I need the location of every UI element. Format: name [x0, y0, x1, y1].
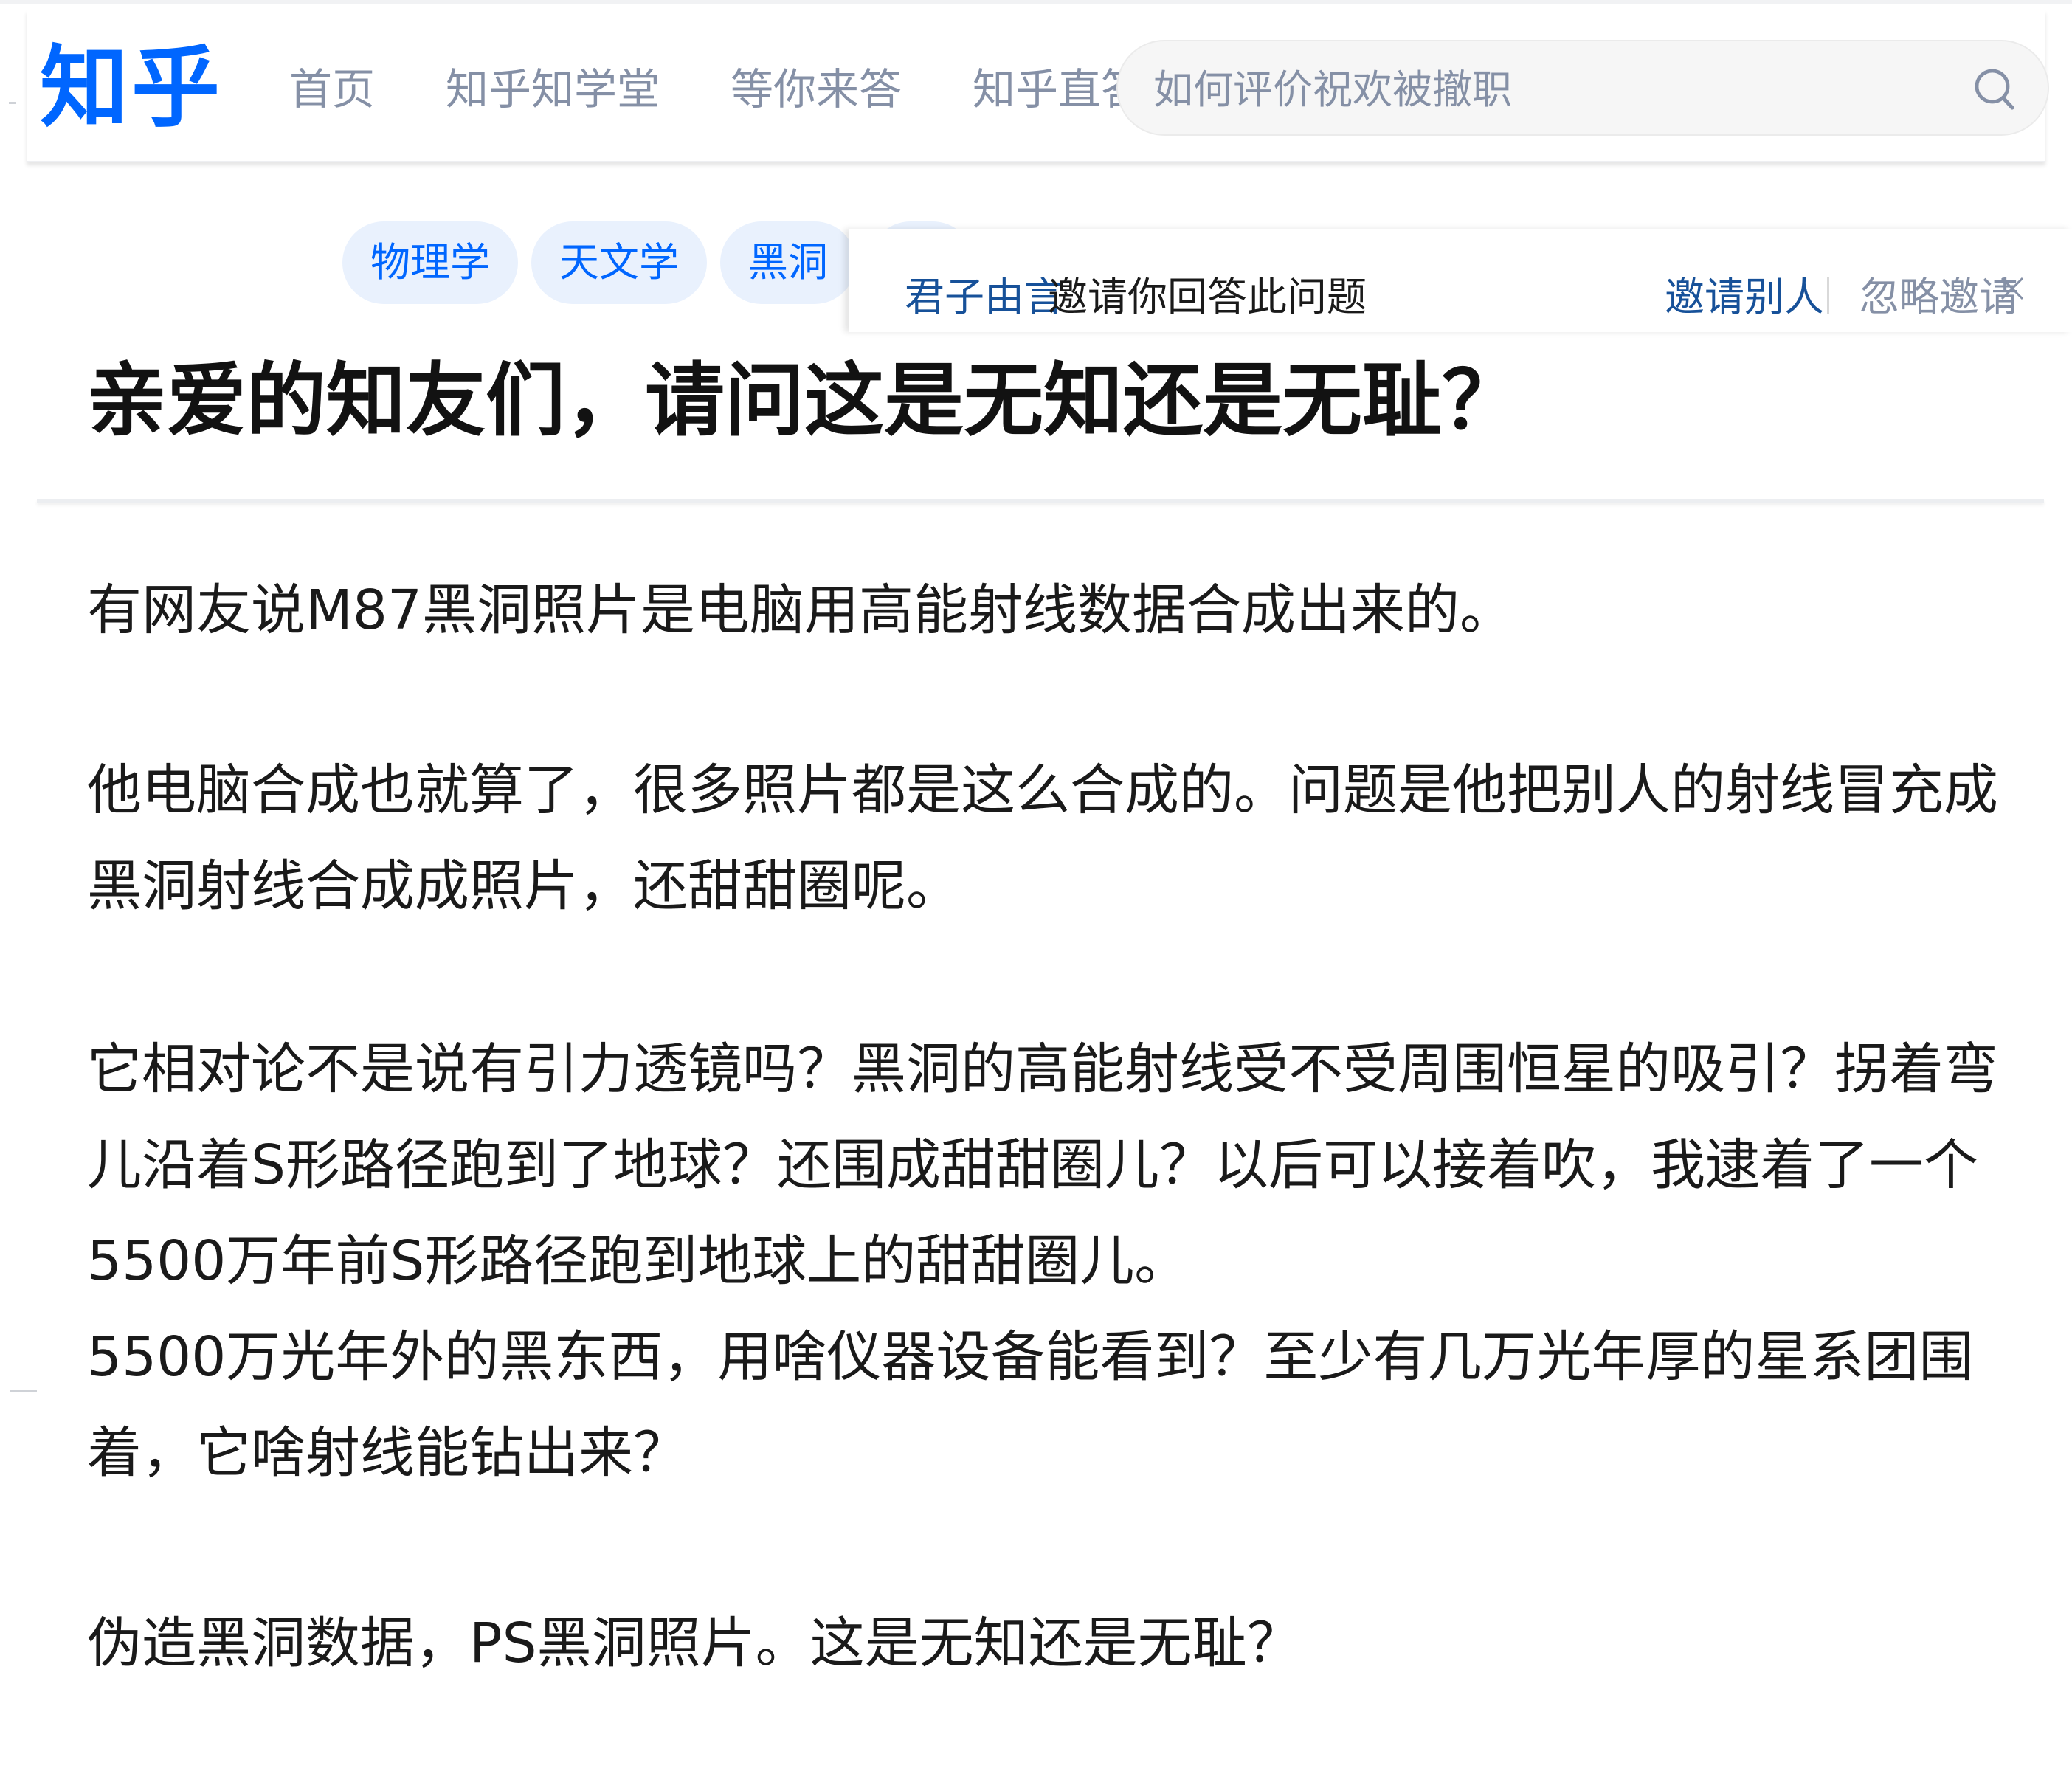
topic-tag-physics[interactable]: 物理学	[342, 221, 518, 304]
search-input[interactable]	[1152, 59, 1915, 120]
search-icon[interactable]	[1974, 68, 2015, 112]
question-paragraph-3: 它相对论不是说有引力透镜吗？黑洞的高能射线受不受周围恒星的吸引？拐着弯儿沿着S形…	[87, 1038, 1998, 1293]
search-box	[1116, 40, 2049, 136]
nav-item-waiting-answers[interactable]: 等你来答	[731, 63, 902, 115]
top-header: 知乎 首页 知乎知学堂 等你来答 知乎直答	[27, 10, 2049, 162]
close-icon[interactable]	[2000, 276, 2025, 301]
margin-tick-top	[9, 102, 16, 104]
top-edge-line	[0, 0, 2072, 4]
question-paragraph-2: 他电脑合成也就算了，很多照片都是这么合成的。问题是他把别人的射线冒充成黑洞射线合…	[87, 759, 1998, 918]
invite-divider	[1827, 277, 1829, 314]
ignore-invite-button[interactable]: 忽略邀请	[1859, 264, 2019, 322]
title-divider	[37, 499, 2044, 503]
question-paragraph-5: 伪造黑洞数据，PS黑洞照片。这是无知还是无耻？	[87, 1612, 1302, 1675]
invite-banner: 君子由言 邀请你回答此问题 邀请别人 忽略邀请	[849, 229, 2072, 332]
topic-tag-astronomy[interactable]: 天文学	[531, 221, 707, 304]
main-nav: 首页 知乎知学堂 等你来答 知乎直答	[289, 63, 1215, 115]
question-paragraph-4: 5500万光年外的黑东西，用啥仪器设备能看到？至少有几万光年厚的星系团围着，它啥…	[87, 1325, 1974, 1485]
invite-message: 邀请你回答此问题	[1048, 274, 1367, 320]
nav-item-zhixuetang[interactable]: 知乎知学堂	[446, 63, 660, 115]
inviter-link[interactable]: 君子由言	[905, 264, 1064, 322]
nav-item-home[interactable]: 首页	[289, 63, 375, 115]
invite-others-button[interactable]: 邀请别人	[1665, 264, 1824, 322]
zhihu-logo[interactable]: 知乎	[40, 32, 223, 143]
topic-tag-black-hole[interactable]: 黑洞	[720, 221, 856, 304]
margin-tick-bottom	[10, 1390, 37, 1392]
question-title: 亲爱的知友们，请问这是无知还是无耻？	[87, 355, 1522, 447]
question-paragraph-1: 有网友说M87黑洞照片是电脑用高能射线数据合成出来的。	[87, 579, 1515, 642]
